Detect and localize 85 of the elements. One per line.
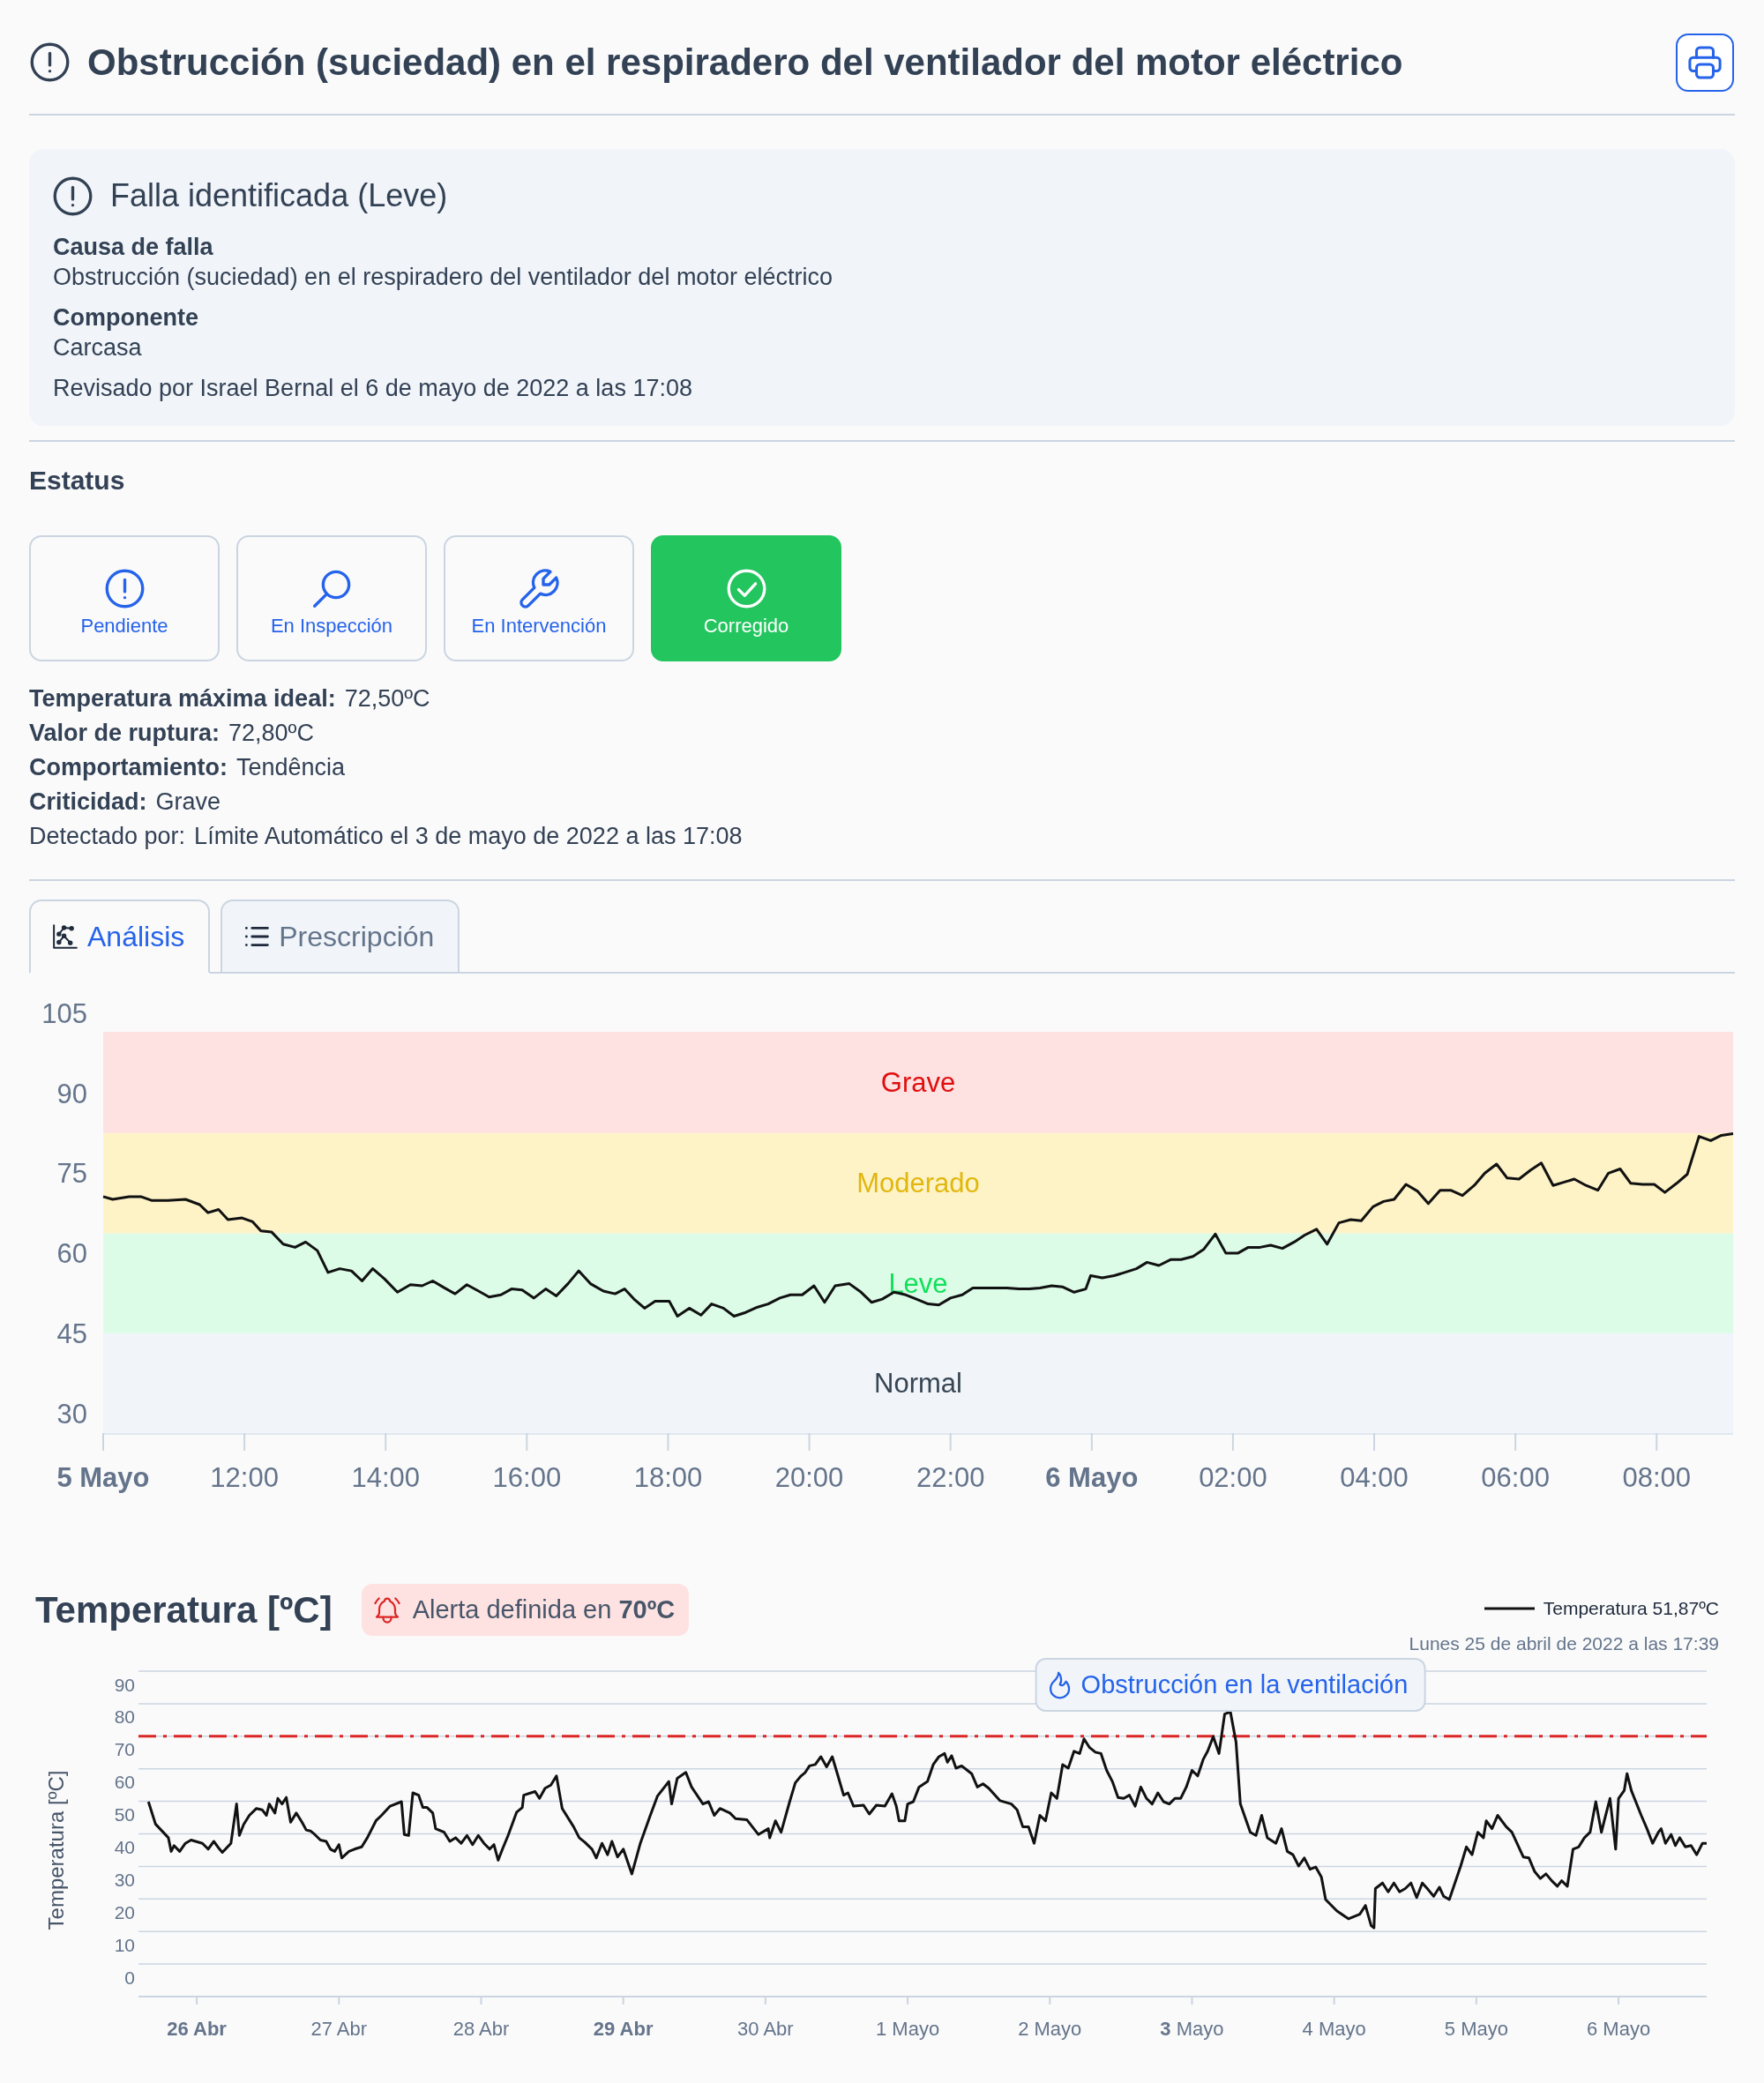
chart-title: Temperatura [ºC] [35, 1588, 333, 1632]
axis-label: 4 Mayo [1302, 2018, 1366, 2041]
detail-label: Detectado por: [29, 822, 186, 851]
alert-icon [30, 42, 70, 82]
axis-label: 1 Mayo [876, 2018, 940, 2041]
axis-label: 02:00 [1199, 1462, 1267, 1494]
search-icon [311, 569, 352, 608]
fault-title: Falla identificada (Leve) [110, 176, 448, 215]
axis-label: 10 [114, 1934, 135, 1955]
alert-text: Alerta definida en 70ºC [412, 1595, 676, 1624]
field-label: Causa de falla [53, 233, 214, 262]
axis-label: 20:00 [774, 1462, 844, 1494]
band-label: Moderado [856, 1168, 980, 1199]
legend-value: 51,87ºC [1652, 1598, 1719, 1619]
axis-label: 90 [114, 1674, 135, 1695]
timestamp: Lunes 25 de abril de 2022 a las 17:39 [1409, 1632, 1719, 1655]
axis-label: 70 [114, 1739, 135, 1760]
axis-label: 14:00 [351, 1462, 420, 1494]
event-label: Obstrucción en la ventilación [1080, 1670, 1409, 1699]
axis-label: 30 [114, 1869, 135, 1890]
axis-label: 0 [124, 1967, 135, 1988]
axis-label: 18:00 [633, 1462, 703, 1494]
band-label: Grave [880, 1066, 956, 1098]
tab[interactable]: Análisis [29, 900, 211, 974]
axis-label: 75 [56, 1158, 87, 1190]
axis-label: 5 Mayo [56, 1462, 150, 1494]
detail-label: Valor de ruptura: [29, 719, 220, 748]
axis-label: 06:00 [1481, 1462, 1550, 1494]
check-circle-icon [726, 569, 766, 608]
axis-label: 27 Abr [310, 2018, 368, 2041]
axis-label: 28 Abr [452, 2018, 510, 2041]
alert-icon [104, 569, 145, 608]
axis-title: Temperatura [ºC] [43, 1770, 68, 1930]
field-label: Componente [53, 303, 199, 332]
axis-label: 6 Mayo [1586, 2018, 1651, 2041]
axis-label: 12:00 [210, 1462, 279, 1494]
axis-label: 60 [56, 1238, 87, 1270]
axis-label: 30 Abr [737, 2018, 794, 2041]
axis-label: 04:00 [1340, 1462, 1409, 1494]
detail-value: Límite Automático el 3 de mayo de 2022 a las 17:08 [194, 822, 743, 851]
band-label: Normal [874, 1367, 962, 1399]
alert-icon [53, 175, 93, 216]
detail-value: Tendência [236, 753, 346, 782]
detail-value: 72,50ºC [344, 684, 430, 713]
status-button[interactable]: En Inspección [236, 535, 427, 661]
axis-label: 80 [114, 1706, 135, 1728]
axis-label: 105 [41, 997, 87, 1029]
axis-label: 26 Abr [167, 2018, 227, 2041]
wrench-icon [519, 569, 559, 608]
detail-label: Comportamiento: [29, 753, 228, 782]
flame-icon [1049, 1670, 1071, 1699]
axis-label: 5 Mayo [1444, 2018, 1508, 2041]
axis-label: 50 [114, 1804, 135, 1825]
bell-icon [373, 1596, 400, 1624]
field-value: Obstrucción (suciedad) en el respiradero del ventilador del motor eléctrico [53, 263, 833, 292]
chart-icon [53, 924, 78, 949]
axis-label: 30 [56, 1398, 87, 1430]
review-note: Revisado por Israel Bernal el 6 de mayo de 2022 a las 17:08 [53, 374, 693, 403]
status-button[interactable]: Pendiente [29, 535, 220, 661]
field-value: Carcasa [53, 333, 143, 362]
axis-label: 29 Abr [593, 2018, 654, 2041]
status-heading: Estatus [29, 465, 126, 496]
detail-label: Criticidad: [29, 788, 147, 817]
detail-label: Temperatura máxima ideal: [29, 684, 336, 713]
axis-label: 45 [56, 1318, 87, 1349]
axis-label: 20 [114, 1901, 135, 1922]
print-button[interactable] [1676, 33, 1734, 92]
status-button[interactable]: En Intervención [444, 535, 634, 661]
axis-label: 40 [114, 1837, 135, 1857]
detail-value: 72,80ºC [228, 719, 314, 748]
axis-label: 2 Mayo [1018, 2018, 1082, 2041]
detail-value: Grave [155, 788, 221, 817]
band-label: Leve [888, 1267, 948, 1299]
axis-label: 3 Mayo [1160, 2018, 1224, 2041]
printer-icon [1688, 45, 1722, 79]
axis-label: 60 [114, 1772, 135, 1793]
axis-label: 90 [56, 1078, 87, 1109]
list-icon [244, 924, 270, 949]
tab[interactable]: Prescripción [220, 900, 460, 974]
axis-label: 16:00 [492, 1462, 562, 1494]
legend-label: Temperatura [1543, 1598, 1648, 1619]
axis-label: 22:00 [916, 1462, 985, 1494]
page-title: Obstrucción (suciedad) en el respiradero del ventilador del motor eléctrico [87, 40, 1403, 85]
axis-label: 6 Mayo [1045, 1462, 1139, 1494]
axis-label: 08:00 [1622, 1462, 1692, 1494]
